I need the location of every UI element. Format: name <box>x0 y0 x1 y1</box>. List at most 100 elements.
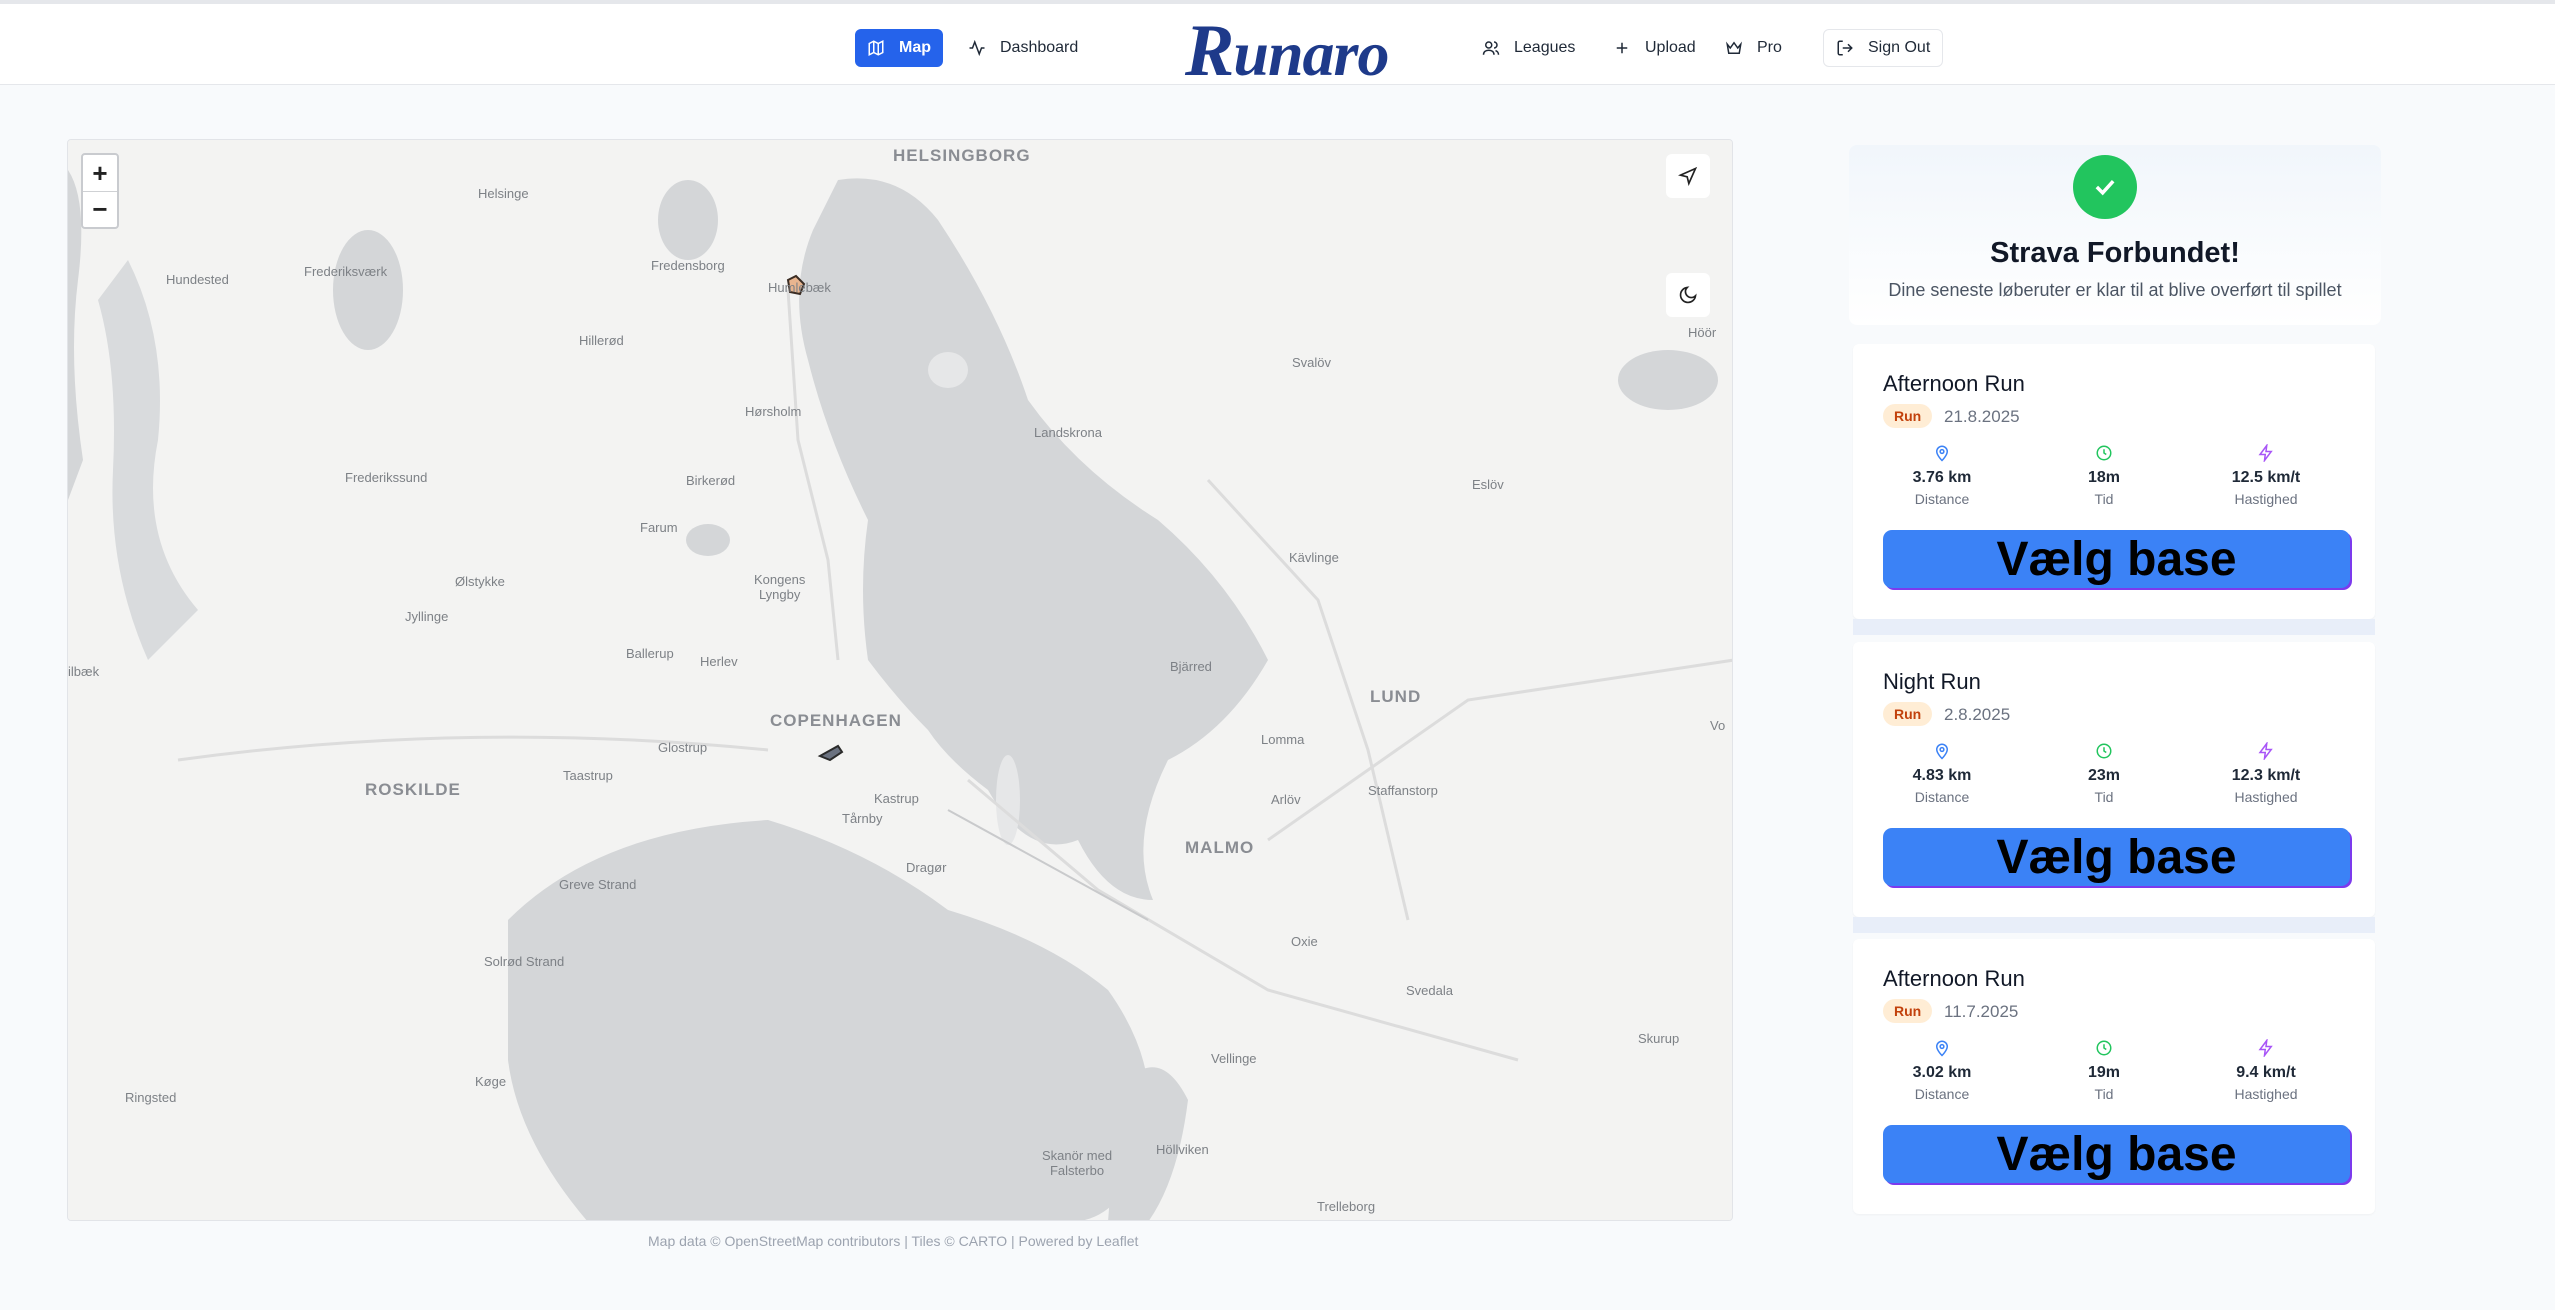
time-stat: 19m Tid <box>2024 1039 2184 1102</box>
map-label-roskilde: ROSKILDE <box>365 780 461 799</box>
select-base-button[interactable]: Vælg base <box>1883 1125 2350 1183</box>
map-pin-icon <box>1935 445 1949 462</box>
time-stat: 18m Tid <box>2024 444 2184 507</box>
activity-icon <box>969 39 985 57</box>
map-label-skanoer: Skanör med Falsterbo <box>1042 1148 1113 1178</box>
time-label: Tid <box>2094 1086 2114 1102</box>
map-view[interactable]: + − HELSINGBORG Helsinge Frederiksværk H… <box>67 139 1733 1221</box>
nav-pro-label: Pro <box>1757 39 1782 56</box>
nav-leagues-button[interactable]: Leagues <box>1470 29 1587 67</box>
nav-pro-button[interactable]: Pro <box>1713 29 1794 67</box>
run-type-badge: Run <box>1883 702 1933 726</box>
run-date: 21.8.2025 <box>1944 407 2020 426</box>
map-label-svaloev: Svalöv <box>1292 355 1332 370</box>
map-label-humlebaek: Humlebæk <box>768 280 831 295</box>
map-label-lomma: Lomma <box>1261 732 1305 747</box>
speed-label: Hastighed <box>2234 1086 2298 1102</box>
map-label-vo: Vo <box>1710 718 1726 733</box>
distance-value: 3.76 km <box>1912 469 1972 486</box>
map-label-landskrona: Landskrona <box>1034 425 1102 440</box>
map-label-helsingborg: HELSINGBORG <box>893 146 1031 165</box>
map-label-kongens-lyngby: Kongens Lyngby <box>754 572 806 602</box>
select-base-button[interactable]: Vælg base <box>1883 530 2350 588</box>
map-label-copenhagen: COPENHAGEN <box>770 711 902 730</box>
nav-map-button[interactable]: Map <box>855 29 943 67</box>
zoom-in-button[interactable]: + <box>83 155 117 191</box>
map-label-hundested: Hundested <box>166 272 229 287</box>
nav-upload-button[interactable]: Upload <box>1601 29 1708 67</box>
map-label-esloev: Eslöv <box>1472 477 1504 492</box>
nav-dashboard-button[interactable]: Dashboard <box>956 29 1090 67</box>
speed-stat: 12.3 km/t Hastighed <box>2186 742 2346 805</box>
map-label-hoersholm: Hørsholm <box>745 404 802 419</box>
map-label-staffanstorp: Staffanstorp <box>1368 783 1438 798</box>
map-label-svedala: Svedala <box>1406 983 1453 998</box>
card-separator <box>1853 917 2375 933</box>
map-label-oelstykke: Ølstykke <box>455 574 505 589</box>
speed-value: 9.4 km/t <box>2236 1064 2296 1081</box>
distance-label: Distance <box>1914 789 1970 805</box>
clock-icon <box>2096 743 2112 759</box>
distance-stat: 3.02 km Distance <box>1862 1039 2022 1102</box>
run-type-badge: Run <box>1883 404 1933 428</box>
zoom-control: + − <box>81 153 119 229</box>
map-label-fredensborg: Fredensborg <box>651 258 725 273</box>
zoom-out-button[interactable]: − <box>83 191 117 227</box>
crown-icon <box>1726 41 1742 54</box>
map-label-birkeroed: Birkerød <box>686 473 736 488</box>
select-base-button[interactable]: Vælg base <box>1883 828 2350 886</box>
map-label-vellinge: Vellinge <box>1211 1051 1257 1066</box>
map-label-taarnby: Tårnby <box>842 811 883 826</box>
map-label-oxie: Oxie <box>1291 934 1318 949</box>
run-card: Afternoon Run Run 11.7.2025 3.02 km Dist… <box>1853 939 2375 1214</box>
map-label-hoellviken: Höllviken <box>1156 1142 1209 1157</box>
time-value: 18m <box>2087 469 2121 486</box>
map-attribution: Map data © OpenStreetMap contributors | … <box>648 1233 1139 1249</box>
plus-icon <box>1616 42 1628 54</box>
navigation-icon <box>1678 166 1698 186</box>
distance-stat: 4.83 km Distance <box>1862 742 2022 805</box>
time-label: Tid <box>2094 491 2114 507</box>
map-label-bjaerred: Bjärred <box>1170 659 1212 674</box>
map-label-hoeoer: Höör <box>1688 325 1717 340</box>
locate-button[interactable] <box>1666 154 1710 198</box>
map-label-frederikssund: Frederikssund <box>345 470 428 485</box>
nav-map-label: Map <box>899 39 931 56</box>
navbar: Map Dashboard Runaro Leagues Upload Pro … <box>0 4 2555 88</box>
run-card: Afternoon Run Run 21.8.2025 3.76 km Dist… <box>1853 344 2375 619</box>
run-card: Night Run Run 2.8.2025 4.83 km Distance … <box>1853 642 2375 917</box>
time-stat: 23m Tid <box>2024 742 2184 805</box>
map-label-helsinge: Helsinge <box>478 186 529 201</box>
map-label-glostrup: Glostrup <box>658 740 708 755</box>
map-label-trelleborg: Trelleborg <box>1317 1199 1376 1214</box>
distance-stat: 3.76 km Distance <box>1862 444 2022 507</box>
map-label-jyllinge: Jyllinge <box>405 609 449 624</box>
run-title: Afternoon Run <box>1883 371 2025 396</box>
map-label-ballerup: Ballerup <box>626 646 674 661</box>
map-icon <box>868 40 884 56</box>
panel-title: Strava Forbundet! <box>1990 237 2240 269</box>
map-label-farum: Farum <box>640 520 678 535</box>
distance-label: Distance <box>1914 491 1970 507</box>
nav-signout-label: Sign Out <box>1868 39 1931 56</box>
distance-label: Distance <box>1914 1086 1970 1102</box>
map-label-kastrup: Kastrup <box>874 791 919 806</box>
speed-stat: 12.5 km/t Hastighed <box>2186 444 2346 507</box>
runaro-logo[interactable]: Runaro <box>1185 14 1389 88</box>
map-label-malmo: MALMO <box>1185 838 1255 857</box>
theme-toggle-button[interactable] <box>1666 273 1710 317</box>
nav-signout-button[interactable]: Sign Out <box>1823 29 1944 67</box>
run-date: 11.7.2025 <box>1944 1002 2019 1021</box>
check-icon <box>2073 155 2137 219</box>
speed-value: 12.5 km/t <box>2231 469 2301 486</box>
map-label-lund: LUND <box>1370 687 1422 706</box>
clock-icon <box>2096 445 2112 461</box>
zap-icon <box>2258 1039 2273 1057</box>
map-label-ringsted: Ringsted <box>125 1090 177 1105</box>
speed-label: Hastighed <box>2234 789 2298 805</box>
run-title: Afternoon Run <box>1883 966 2025 991</box>
map-label-greve-strand: Greve Strand <box>559 877 637 892</box>
clock-icon <box>2096 1040 2112 1056</box>
speed-stat: 9.4 km/t Hastighed <box>2186 1039 2346 1102</box>
moon-icon <box>1679 286 1697 304</box>
